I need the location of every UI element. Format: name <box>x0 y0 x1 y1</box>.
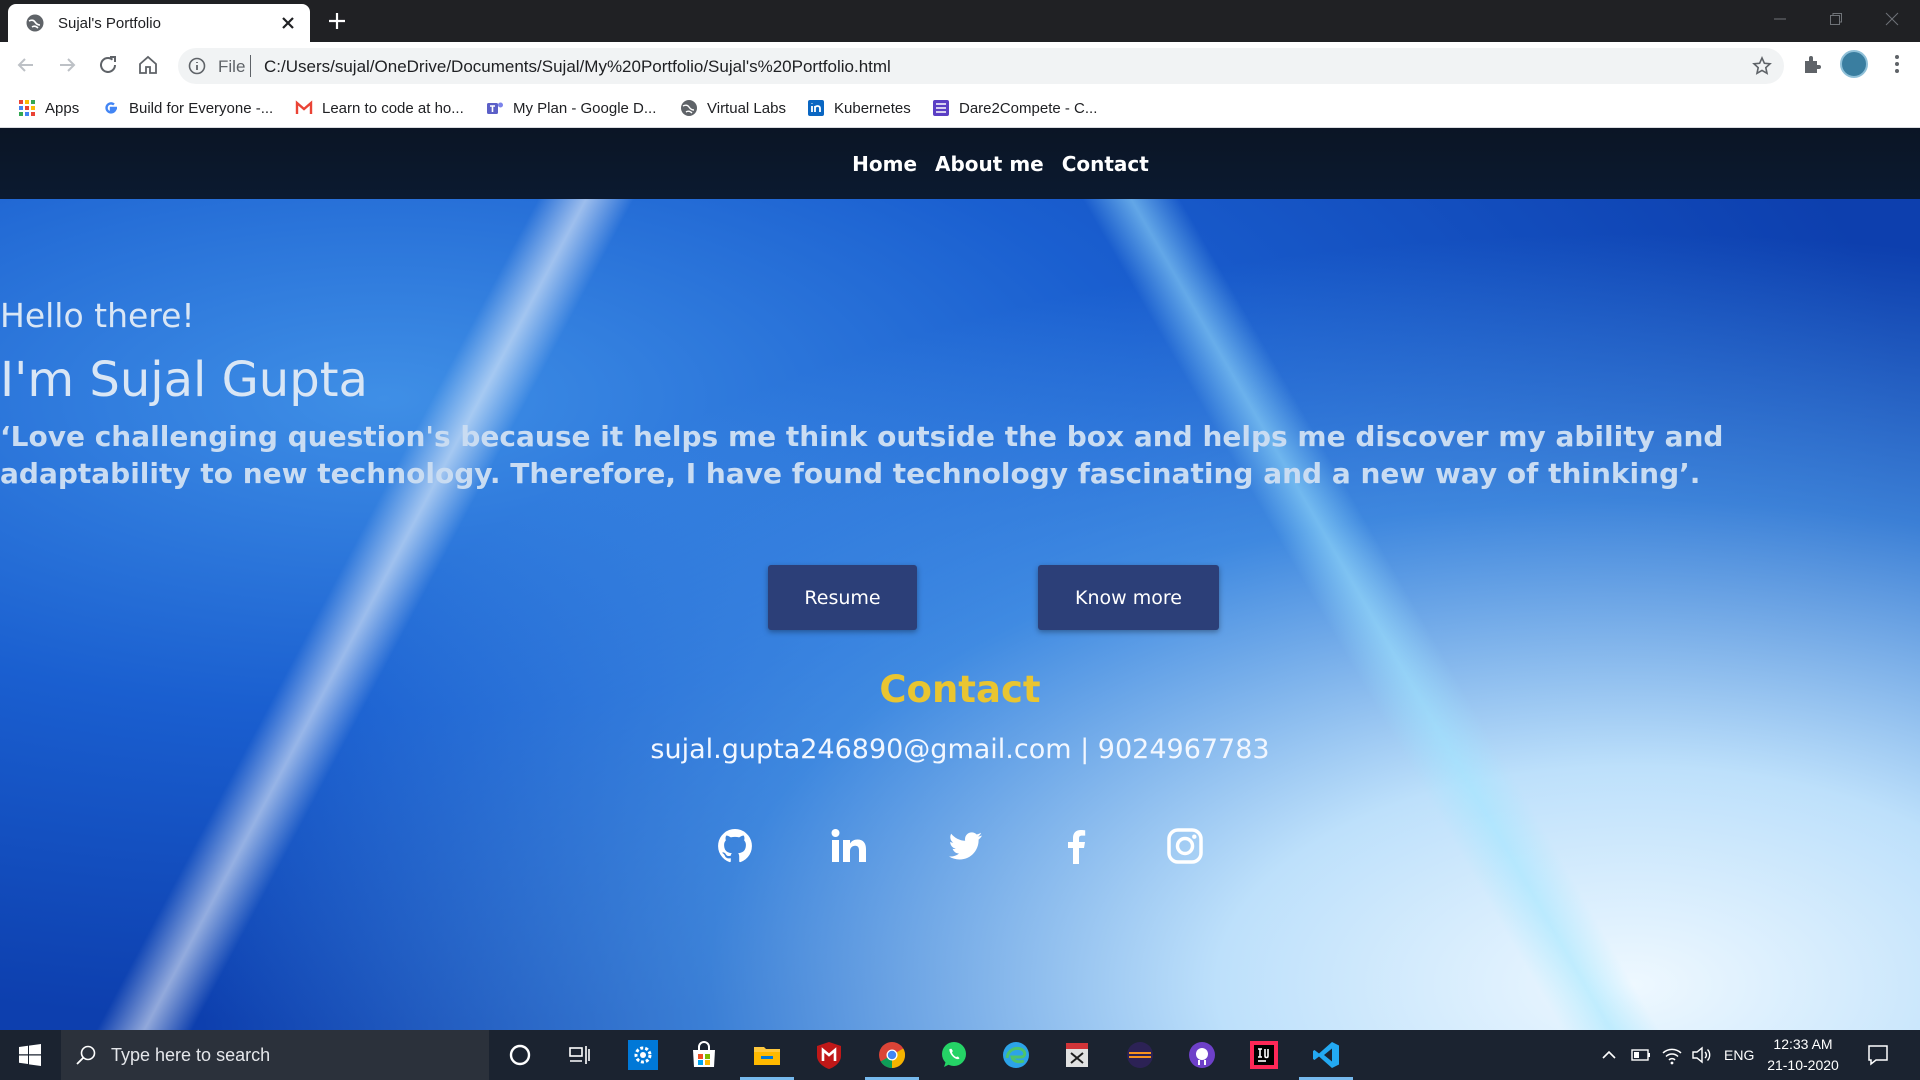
browser-tab[interactable]: Sujal's Portfolio <box>8 4 310 42</box>
store-icon[interactable] <box>689 1040 719 1070</box>
resume-button[interactable]: Resume <box>768 565 917 630</box>
close-tab-icon[interactable] <box>278 13 298 33</box>
close-window-icon <box>1885 12 1899 26</box>
bookmark-my-plan[interactable]: My Plan - Google D... <box>486 98 656 118</box>
clock-date: 21-10-2020 <box>1767 1057 1839 1073</box>
address-separator <box>250 55 251 77</box>
twitter-icon[interactable] <box>945 826 985 866</box>
nav-about-link[interactable]: About me <box>935 152 1044 176</box>
contact-heading: Contact <box>879 668 1041 711</box>
list-icon <box>933 100 949 116</box>
reload-icon[interactable] <box>96 53 120 77</box>
cortana-icon[interactable] <box>505 1040 535 1070</box>
github-icon[interactable] <box>715 826 755 866</box>
start-button[interactable] <box>0 1030 60 1080</box>
browser-tab-bar: Sujal's Portfolio <box>0 0 1920 42</box>
bookmark-label: Virtual Labs <box>707 99 786 117</box>
bookmark-label: Dare2Compete - C... <box>959 99 1098 117</box>
restore-window-button[interactable] <box>1808 0 1864 38</box>
intro-quote: ‘Love challenging question's because it … <box>0 420 1724 490</box>
forward-arrow-icon[interactable] <box>55 53 79 77</box>
menu-kebab-icon[interactable] <box>1886 53 1908 75</box>
address-bar[interactable]: File C:/Users/sujal/OneDrive/Documents/S… <box>178 48 1784 84</box>
extensions-puzzle-icon[interactable] <box>1801 53 1823 75</box>
intellij-icon[interactable] <box>1249 1040 1279 1070</box>
bookmark-label: My Plan - Google D... <box>513 99 657 117</box>
close-window-button[interactable] <box>1864 0 1920 38</box>
wifi-icon[interactable] <box>1661 1044 1683 1066</box>
tab-title: Sujal's Portfolio <box>58 14 161 32</box>
vscode-icon[interactable] <box>1311 1040 1341 1070</box>
windows-taskbar: Type here to search ENG 12:33 AM 21-10-2… <box>0 1030 1920 1080</box>
battery-icon[interactable] <box>1630 1044 1652 1066</box>
bookmark-apps[interactable]: Apps <box>18 98 79 118</box>
bookmarks-bar: Apps Build for Everyone -... Learn to co… <box>0 88 1920 128</box>
nav-contact-link[interactable]: Contact <box>1062 152 1149 176</box>
chrome-icon[interactable] <box>877 1040 907 1070</box>
bookmark-learn-to-code[interactable]: Learn to code at ho... <box>295 98 464 118</box>
globe-icon <box>681 100 697 116</box>
snipping-tool-icon[interactable] <box>1062 1040 1092 1070</box>
address-url[interactable]: C:/Users/sujal/OneDrive/Documents/Sujal/… <box>264 57 891 77</box>
notification-center-icon[interactable] <box>1866 1043 1890 1067</box>
bookmark-label: Learn to code at ho... <box>322 99 464 117</box>
taskbar-search[interactable]: Type here to search <box>61 1030 489 1080</box>
profile-avatar[interactable] <box>1840 50 1868 78</box>
settings-gear-icon[interactable] <box>628 1040 658 1070</box>
window-controls <box>1752 0 1920 38</box>
teams-icon <box>487 102 503 114</box>
back-arrow-icon[interactable] <box>14 53 38 77</box>
facebook-icon[interactable] <box>1056 826 1096 866</box>
site-navbar: Home About me Contact <box>0 128 1920 199</box>
new-tab-plus-icon[interactable] <box>326 10 348 32</box>
edge-browser-icon[interactable] <box>1001 1040 1031 1070</box>
bookmark-build-for-everyone[interactable]: Build for Everyone -... <box>102 98 273 118</box>
bookmark-label: Apps <box>45 99 80 117</box>
google-icon <box>105 102 118 114</box>
task-view-icon[interactable] <box>565 1040 595 1070</box>
info-icon[interactable] <box>188 57 206 75</box>
bookmark-label: Kubernetes <box>834 99 911 117</box>
linkedin-icon[interactable] <box>829 826 869 866</box>
eclipse-icon[interactable] <box>1125 1040 1155 1070</box>
gmail-icon <box>295 100 313 114</box>
windows-logo-icon <box>19 1044 41 1066</box>
speaker-volume-icon[interactable] <box>1690 1044 1712 1066</box>
greeting-heading: Hello there! <box>0 296 195 335</box>
whatsapp-icon[interactable] <box>939 1040 969 1070</box>
know-more-button[interactable]: Know more <box>1038 565 1219 630</box>
name-heading: I'm Sujal Gupta <box>0 352 368 408</box>
clock-time: 12:33 AM <box>1773 1036 1833 1052</box>
search-icon <box>76 1045 96 1065</box>
bookmark-dare2compete[interactable]: Dare2Compete - C... <box>932 98 1097 118</box>
globe-favicon-icon <box>26 14 44 32</box>
address-scheme: File <box>218 57 246 76</box>
minimize-window-button[interactable] <box>1752 0 1808 38</box>
chevron-up-icon[interactable] <box>1600 1046 1618 1064</box>
search-placeholder: Type here to search <box>111 1044 271 1065</box>
contact-details: sujal.gupta246890@gmail.com | 9024967783 <box>650 734 1270 765</box>
system-clock[interactable]: 12:33 AM 21-10-2020 <box>1762 1034 1844 1076</box>
restore-icon <box>1830 13 1842 25</box>
instagram-icon[interactable] <box>1165 826 1205 866</box>
github-desktop-icon[interactable] <box>1187 1040 1217 1070</box>
bookmark-label: Build for Everyone -... <box>129 99 274 117</box>
mcafee-shield-icon[interactable] <box>814 1040 844 1070</box>
home-icon[interactable] <box>136 53 160 77</box>
linkedin-icon <box>808 100 824 116</box>
language-indicator[interactable]: ENG <box>1724 1030 1754 1080</box>
apps-grid-icon <box>19 100 35 116</box>
portfolio-page: Home About me Contact Hello there! I'm S… <box>0 128 1920 1030</box>
browser-toolbar: File C:/Users/sujal/OneDrive/Documents/S… <box>0 42 1920 88</box>
bookmark-virtual-labs[interactable]: Virtual Labs <box>680 98 786 118</box>
nav-home-link[interactable]: Home <box>852 152 917 176</box>
minimize-icon <box>1774 18 1786 20</box>
bookmark-kubernetes[interactable]: Kubernetes <box>807 98 911 118</box>
bookmark-star-icon[interactable] <box>1752 56 1772 76</box>
file-explorer-icon[interactable] <box>752 1040 782 1070</box>
